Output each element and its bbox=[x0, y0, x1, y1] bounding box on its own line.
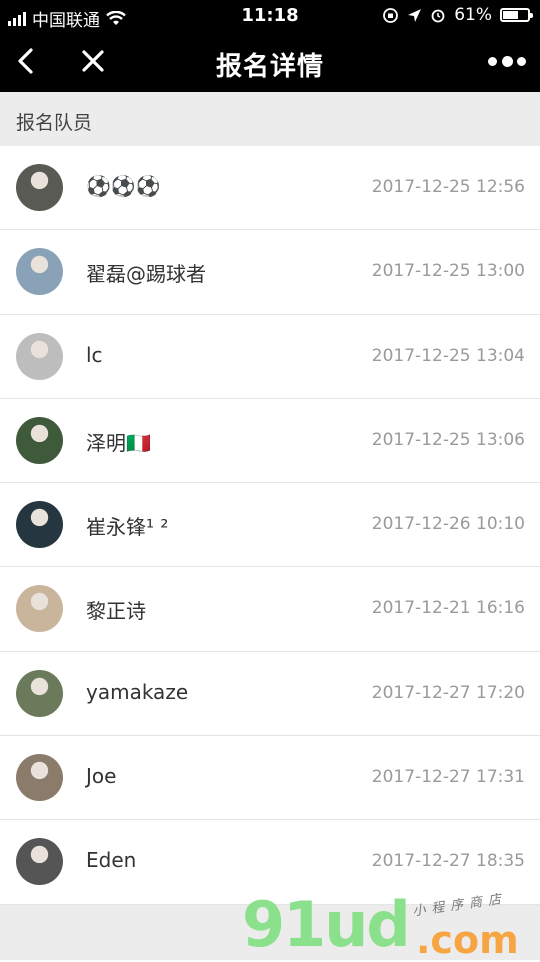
watermark-main: 91ud bbox=[242, 888, 411, 961]
list-item[interactable]: 黎正诗 2017-12-21 16:16 bbox=[0, 567, 540, 652]
more-options-icon[interactable] bbox=[488, 50, 526, 72]
status-bar: 中国联通 11:18 61% bbox=[0, 0, 540, 32]
signup-time: 2017-12-25 13:06 bbox=[371, 429, 525, 450]
location-icon bbox=[408, 8, 422, 22]
avatar bbox=[16, 754, 63, 802]
avatar bbox=[16, 585, 63, 633]
list-item[interactable]: 泽明🇮🇹 2017-12-25 13:06 bbox=[0, 398, 540, 484]
member-name: Joe bbox=[86, 764, 117, 789]
member-name: yamakaze bbox=[86, 679, 189, 704]
member-name: 黎正诗 bbox=[86, 599, 146, 624]
avatar bbox=[16, 164, 63, 211]
list-item[interactable]: ⚽⚽⚽ 2017-12-25 12:56 bbox=[0, 146, 540, 231]
signup-time: 2017-12-27 17:20 bbox=[371, 682, 525, 703]
signup-time: 2017-12-21 16:16 bbox=[371, 598, 525, 619]
member-list: ⚽⚽⚽ 2017-12-25 12:56 翟磊@踢球者 2017-12-25 13:0… bbox=[0, 146, 540, 905]
signup-time: 2017-12-25 13:00 bbox=[371, 261, 525, 282]
alarm-icon bbox=[431, 9, 445, 23]
battery-percent: 61% bbox=[454, 5, 492, 25]
member-name: ⚽⚽⚽ bbox=[86, 174, 161, 198]
member-name: 崔永锋¹ ² bbox=[86, 515, 169, 540]
avatar bbox=[16, 669, 63, 717]
list-item[interactable]: 翟磊@踢球者 2017-12-25 13:00 bbox=[0, 230, 540, 315]
list-item[interactable]: 崔永锋¹ ² 2017-12-26 10:10 bbox=[0, 483, 540, 568]
member-name: 翟磊@踢球者 bbox=[86, 262, 206, 287]
battery-icon bbox=[500, 8, 533, 22]
nav-bar: 报名详情 bbox=[0, 32, 540, 92]
watermark-suffix: .com bbox=[416, 918, 519, 962]
signup-time: 2017-12-26 10:10 bbox=[371, 514, 525, 535]
signup-time: 2017-12-27 17:31 bbox=[371, 767, 525, 788]
list-item[interactable]: yamakaze 2017-12-27 17:20 bbox=[0, 651, 540, 737]
section-header: 报名队员 bbox=[0, 92, 540, 146]
list-item[interactable]: lc 2017-12-25 13:04 bbox=[0, 314, 540, 399]
list-item[interactable]: Joe 2017-12-27 17:31 bbox=[0, 736, 540, 821]
watermark: 91ud 小程序商店 .com bbox=[242, 888, 540, 962]
signup-time: 2017-12-27 18:35 bbox=[371, 851, 525, 872]
member-name: 泽明🇮🇹 bbox=[86, 430, 151, 455]
member-name: Eden bbox=[86, 848, 137, 873]
orientation-lock-icon bbox=[383, 7, 399, 23]
page-title: 报名详情 bbox=[215, 52, 324, 82]
watermark-tagline: 小程序商店 bbox=[411, 891, 508, 920]
avatar bbox=[16, 332, 63, 380]
avatar bbox=[16, 838, 63, 886]
avatar bbox=[16, 501, 63, 549]
signup-time: 2017-12-25 12:56 bbox=[371, 177, 525, 197]
signup-time: 2017-12-25 13:04 bbox=[371, 345, 525, 366]
avatar bbox=[16, 416, 63, 464]
member-name: lc bbox=[86, 342, 103, 367]
avatar bbox=[16, 248, 63, 296]
